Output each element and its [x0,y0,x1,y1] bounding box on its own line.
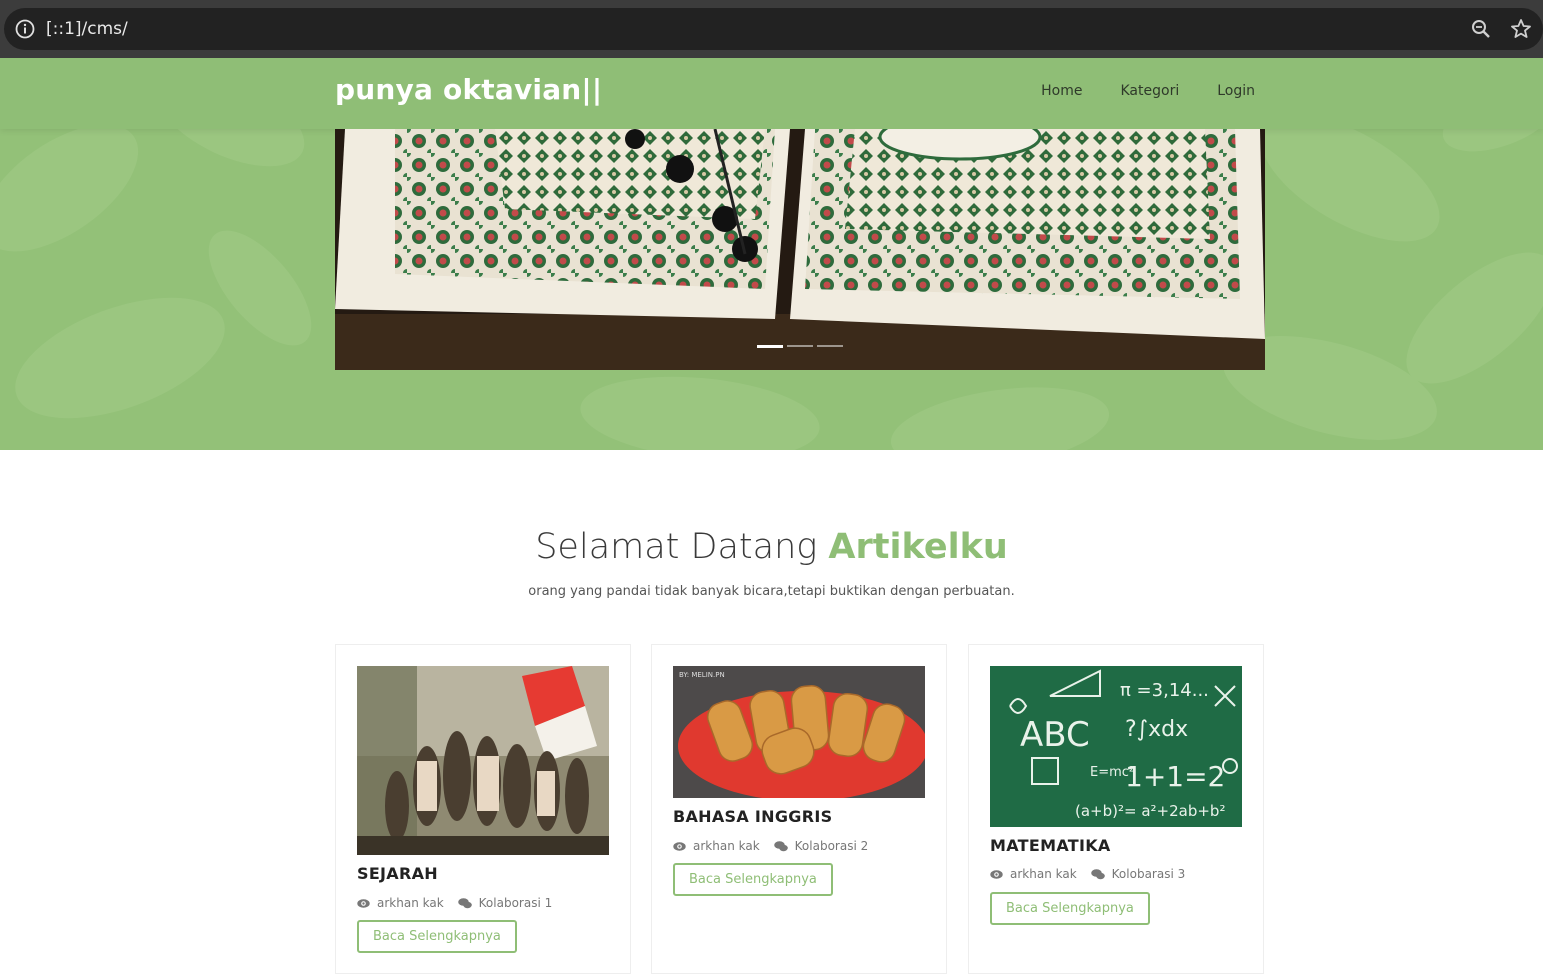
card-author: arkhan kak [377,896,444,910]
eye-icon [357,898,370,908]
comments-icon [773,840,788,851]
article-card: π =3,14... ABC ?∫xdx 1+1=2 (a+b)²= a²+2a… [968,644,1264,974]
image-carousel[interactable] [335,129,1265,370]
comments-icon [1090,868,1105,879]
svg-text:(a+b)²= a²+2ab+b²: (a+b)²= a²+2ab+b² [1075,802,1225,820]
nav-kategori[interactable]: Kategori [1121,83,1180,99]
card-image-sejarah[interactable] [357,666,609,855]
svg-text:BY: MELIN.PN: BY: MELIN.PN [679,671,725,679]
browser-chrome: [::1]/cms/ [0,0,1543,58]
svg-text:E=mc²: E=mc² [1090,765,1134,780]
read-more-button[interactable]: Baca Selengkapnya [673,863,833,896]
info-icon[interactable] [14,18,36,40]
svg-text:1+1=2: 1+1=2 [1125,760,1225,793]
welcome-tagline: orang yang pandai tidak banyak bicara,te… [528,584,1015,599]
svg-text:?∫xdx: ?∫xdx [1125,717,1188,742]
card-image-matematika[interactable]: π =3,14... ABC ?∫xdx 1+1=2 (a+b)²= a²+2a… [990,666,1242,827]
eye-icon [673,841,686,851]
bookmark-star-icon[interactable] [1509,17,1533,41]
card-category[interactable]: Kolaborasi 2 [795,839,869,853]
card-title[interactable]: MATEMATIKA [990,836,1111,855]
svg-text:π =3,14...: π =3,14... [1120,680,1209,701]
card-title[interactable]: SEJARAH [357,864,438,883]
site-brand[interactable]: punya oktavian|| [335,73,602,106]
carousel-indicators [757,345,843,348]
card-meta: arkhan kak Kolobarasi 3 [990,867,1185,881]
nav-home[interactable]: Home [1041,83,1082,99]
svg-text:ABC: ABC [1020,715,1090,755]
navbar: punya oktavian|| Home Kategori Login [0,58,1543,129]
url-text[interactable]: [::1]/cms/ [46,18,128,40]
card-category[interactable]: Kolobarasi 3 [1112,867,1186,881]
card-meta: arkhan kak Kolaborasi 1 [357,896,552,910]
welcome-accent: Artikelku [828,527,1008,567]
nav-login[interactable]: Login [1217,83,1255,99]
article-card: SEJARAH arkhan kak Kolaborasi 1 Baca Sel… [335,644,631,974]
quran-slide-image [335,129,1265,370]
card-image-bahasa-inggris[interactable]: BY: MELIN.PN [673,666,925,798]
card-author: arkhan kak [1010,867,1077,881]
card-category[interactable]: Kolaborasi 1 [479,896,553,910]
card-author: arkhan kak [693,839,760,853]
read-more-button[interactable]: Baca Selengkapnya [357,920,517,953]
main-nav: Home Kategori Login [1041,83,1255,99]
address-bar[interactable]: [::1]/cms/ [4,8,1543,50]
hero-section: punya oktavian|| Home Kategori Login [0,58,1543,450]
comments-icon [457,897,472,908]
carousel-indicator-1[interactable] [757,345,783,348]
card-meta: arkhan kak Kolaborasi 2 [673,839,868,853]
read-more-button[interactable]: Baca Selengkapnya [990,892,1150,925]
carousel-indicator-3[interactable] [817,345,843,347]
article-card: BY: MELIN.PN BAHASA INGGRIS arkhan kak K… [651,644,947,974]
carousel-indicator-2[interactable] [787,345,813,347]
eye-icon [990,869,1003,879]
welcome-plain: Selamat Datang [535,527,829,567]
welcome-heading: Selamat Datang Artikelku [0,527,1543,567]
card-title[interactable]: BAHASA INGGRIS [673,807,832,826]
zoom-icon[interactable] [1469,17,1493,41]
